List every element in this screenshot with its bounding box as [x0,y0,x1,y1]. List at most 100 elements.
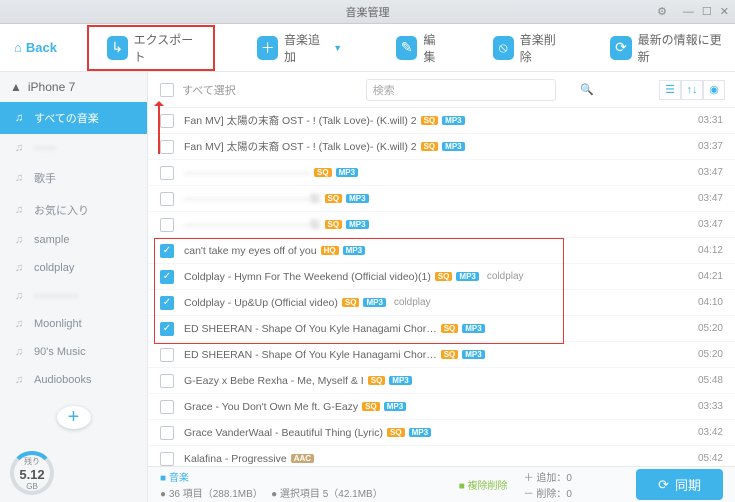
track-duration: 03:42 [698,427,723,438]
music-note-icon: ♫ [12,172,26,184]
sync-button[interactable]: ⟳ 同期 [636,469,723,500]
annotation-arrow [158,102,160,154]
content-area: すべて選択 検索 🔍 ☰ ↑↓ ◉ Fan MV] 太陽の末裔 OST - ! … [148,72,735,502]
quality-badge: SQ [441,350,459,359]
track-row[interactable]: Fan MV] 太陽の末裔 OST - ! (Talk Love)- (K.wi… [148,134,735,160]
row-checkbox[interactable] [160,218,174,232]
edit-button[interactable]: ✎ 編集 [384,31,456,65]
row-checkbox[interactable] [160,400,174,414]
row-checkbox[interactable] [160,348,174,362]
music-note-icon: ♫ [12,112,26,124]
track-row[interactable]: ✓Coldplay - Hymn For The Weekend (Offici… [148,264,735,290]
track-title: G-Eazy x Bebe Rexha - Me, Myself & I [184,375,364,387]
footer-dup: ■ 複除削除 [459,477,508,492]
sidebar-item-label: ———— [34,290,78,302]
row-checkbox[interactable] [160,452,174,466]
edit-label: 編集 [423,31,444,65]
quality-badge: SQ [325,220,343,229]
row-checkbox[interactable] [160,140,174,154]
track-title: ————————————梨 [184,217,321,232]
track-artist: coldplay [394,297,431,308]
export-highlight-box: ↳ エクスポート [87,25,215,71]
sidebar-item[interactable]: ♫Moonlight [0,310,147,338]
track-row[interactable]: ED SHEERAN - Shape Of You Kyle Hanagami … [148,342,735,368]
sidebar-item[interactable]: ♫———— [0,282,147,310]
row-checkbox[interactable]: ✓ [160,270,174,284]
quality-badge: SQ [421,116,439,125]
track-title: Grace - You Don't Own Me ft. G-Eazy [184,401,358,413]
track-row[interactable]: Kalafina - ProgressiveAAC05:42 [148,446,735,466]
track-duration: 04:21 [698,271,723,282]
track-row[interactable]: Fan MV] 太陽の末裔 OST - ! (Talk Love)- (K.wi… [148,108,735,134]
track-row[interactable]: Grace - You Don't Own Me ft. G-EazySQMP3… [148,394,735,420]
delete-button[interactable]: ⦸ 音楽削除 [481,31,575,65]
format-badge: MP3 [456,272,478,281]
view-list-button[interactable]: ☰ [659,80,681,100]
export-button[interactable]: ↳ エクスポート [95,31,207,65]
close-icon[interactable]: ✕ [720,5,729,18]
track-row[interactable]: ✓Coldplay - Up&Up (Official video)SQMP3c… [148,290,735,316]
track-title: Kalafina - Progressive [184,453,287,465]
row-checkbox[interactable] [160,426,174,440]
add-music-label: 音楽追加 [284,31,325,65]
track-row[interactable]: ————————————SQMP303:47 [148,160,735,186]
maximize-icon[interactable]: ☐ [702,5,712,18]
sidebar-item[interactable]: ♫ sample [0,226,147,254]
format-badge: MP3 [442,116,464,125]
music-note-icon: ♫ [12,204,26,216]
sidebar-item[interactable]: ♫ coldplay [0,254,147,282]
track-row[interactable]: ✓ED SHEERAN - Shape Of You Kyle Hanagami… [148,316,735,342]
refresh-button[interactable]: ⟳ 最新の情報に更新 [598,31,735,65]
music-note-icon: ♫ [12,374,26,386]
track-row[interactable]: Grace VanderWaal - Beautiful Thing (Lyri… [148,420,735,446]
track-row[interactable]: ✓can't take my eyes off of youHQMP304:12 [148,238,735,264]
export-icon: ↳ [107,36,128,60]
track-duration: 03:31 [698,115,723,126]
row-checkbox[interactable]: ✓ [160,322,174,336]
row-checkbox[interactable]: ✓ [160,244,174,258]
footer-dup-label: 複除削除 [468,481,508,492]
sidebar-item-label: Audiobooks [34,374,92,386]
storage-value: 5.12 [19,467,44,482]
sidebar-item-label: 90's Music [34,346,86,358]
format-badge: MP3 [389,376,411,385]
row-checkbox[interactable] [160,114,174,128]
search-icon[interactable]: 🔍 [580,83,594,96]
select-all-checkbox[interactable] [160,83,174,97]
track-duration: 03:47 [698,219,723,230]
view-sort-button[interactable]: ↑↓ [681,80,703,100]
track-row[interactable]: ————————————梨SQMP303:47 [148,212,735,238]
device-selector[interactable]: ▲ iPhone 7 [0,72,147,102]
format-badge: MP3 [346,194,368,203]
track-duration: 05:42 [698,453,723,464]
sidebar-item[interactable]: ♫—— [0,134,147,162]
add-music-button[interactable]: ＋ 音楽追加 ▼ [245,31,354,65]
track-row[interactable]: ————————————梨SQMP303:47 [148,186,735,212]
add-playlist-button[interactable]: + [57,406,91,429]
view-refresh-button[interactable]: ◉ [703,80,725,100]
minimize-icon[interactable]: — [683,6,694,18]
row-checkbox[interactable] [160,166,174,180]
row-checkbox[interactable]: ✓ [160,296,174,310]
gear-icon[interactable]: ⚙ [657,5,667,18]
footer-music-label: 音楽 [169,473,189,484]
sidebar-item-label: sample [34,234,69,246]
quality-badge: HQ [321,246,339,255]
search-input[interactable]: 検索 [366,79,556,101]
sidebar-item[interactable]: ♫ Audiobooks [0,366,147,394]
sidebar-item[interactable]: ♫お気に入り [0,194,147,226]
storage-unit: GB [26,482,38,491]
sidebar-item[interactable]: ♫歌手 [0,162,147,194]
row-checkbox[interactable] [160,374,174,388]
back-button[interactable]: ⌂ Back [0,40,71,55]
track-duration: 04:10 [698,297,723,308]
sidebar-item[interactable]: ♫すべての音楽 [0,102,147,134]
track-duration: 03:47 [698,193,723,204]
row-checkbox[interactable] [160,192,174,206]
sidebar-item[interactable]: ♫90's Music [0,338,147,366]
sidebar-item-label: coldplay [34,262,74,274]
track-row[interactable]: G-Eazy x Bebe Rexha - Me, Myself & ISQMP… [148,368,735,394]
music-note-icon: ♫ [12,234,26,246]
select-all-label: すべて選択 [182,82,236,98]
music-note-icon: ♫ [12,262,26,274]
